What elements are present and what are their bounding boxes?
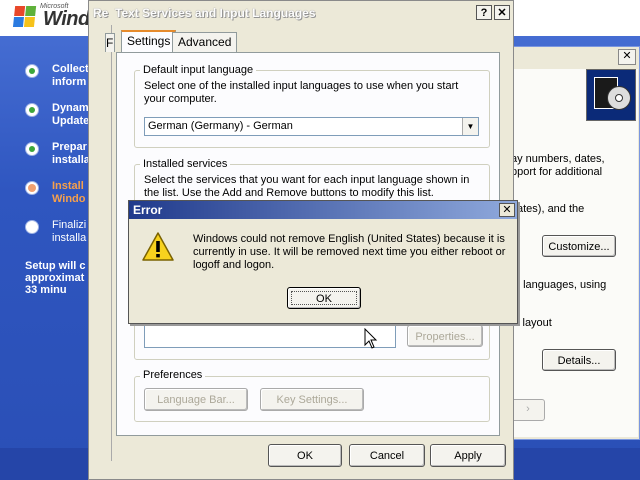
close-icon[interactable]: ✕ xyxy=(494,5,510,20)
ok-button[interactable]: OK xyxy=(268,444,342,467)
tab-advanced[interactable]: Advanced xyxy=(172,32,238,52)
default-language-select[interactable]: German (Germany) - German ▼ xyxy=(144,117,479,136)
regional-text-layout: l layout xyxy=(517,317,552,329)
preferences-group-label: Preferences xyxy=(140,369,206,381)
regional-hidden-button: › xyxy=(511,399,545,421)
details-button[interactable]: Details... xyxy=(542,349,616,371)
regional-text-languages: t languages, using xyxy=(517,279,607,291)
background-window-edge xyxy=(91,25,112,461)
step-pending-icon xyxy=(25,220,39,234)
customize-button[interactable]: Customize... xyxy=(542,235,616,257)
step-done-icon xyxy=(25,103,39,117)
default-language-value: German (Germany) - German xyxy=(148,120,293,132)
details-button-label: Details... xyxy=(557,355,601,367)
error-title: Error xyxy=(133,203,163,217)
step-current-icon xyxy=(25,181,39,195)
properties-button[interactable]: Properties... xyxy=(407,325,483,347)
default-language-description: Select one of the installed input langua… xyxy=(144,80,459,105)
installed-services-list[interactable] xyxy=(144,322,396,348)
setup-time-remaining: Setup will c approximat 33 minu xyxy=(25,260,86,296)
help-button[interactable]: ? xyxy=(476,5,492,20)
close-icon[interactable]: ✕ xyxy=(618,49,636,65)
key-settings-button[interactable]: Key Settings... xyxy=(260,388,364,411)
chevron-down-icon[interactable]: ▼ xyxy=(462,118,478,135)
background-window-title: Re xyxy=(93,6,109,20)
background-tab: F xyxy=(105,33,115,52)
window-title: Text Services and Input Languages xyxy=(115,6,316,20)
error-title-bar: Error ✕ xyxy=(129,201,517,219)
installed-services-group-label: Installed services xyxy=(140,158,231,170)
step-done-icon xyxy=(25,64,39,78)
mouse-cursor-icon xyxy=(364,328,378,349)
error-message: Windows could not remove English (United… xyxy=(193,233,506,271)
tab-settings[interactable]: Settings xyxy=(121,30,177,52)
error-dialog: Error ✕ Windows could not remove English… xyxy=(128,200,518,324)
installed-services-description: Select the services that you want for ea… xyxy=(144,174,470,199)
regional-text-formats: ay numbers, dates, pport for additional xyxy=(511,153,605,178)
windows-logo-icon xyxy=(12,6,37,28)
apply-button[interactable]: Apply xyxy=(430,444,506,467)
text-services-title-bar: Re Text Services and Input Languages ? ✕ xyxy=(89,1,513,25)
error-ok-button[interactable]: OK xyxy=(287,287,361,309)
close-icon[interactable]: ✕ xyxy=(499,203,515,217)
error-ok-label: OK xyxy=(316,293,332,305)
regional-text-location: ates), and the xyxy=(517,203,585,215)
language-bar-button[interactable]: Language Bar... xyxy=(144,388,248,411)
cancel-button[interactable]: Cancel xyxy=(349,444,425,467)
warning-icon xyxy=(142,232,174,261)
regional-cd-box-icon xyxy=(586,69,636,121)
step-done-icon xyxy=(25,142,39,156)
default-language-group-label: Default input language xyxy=(140,64,257,76)
